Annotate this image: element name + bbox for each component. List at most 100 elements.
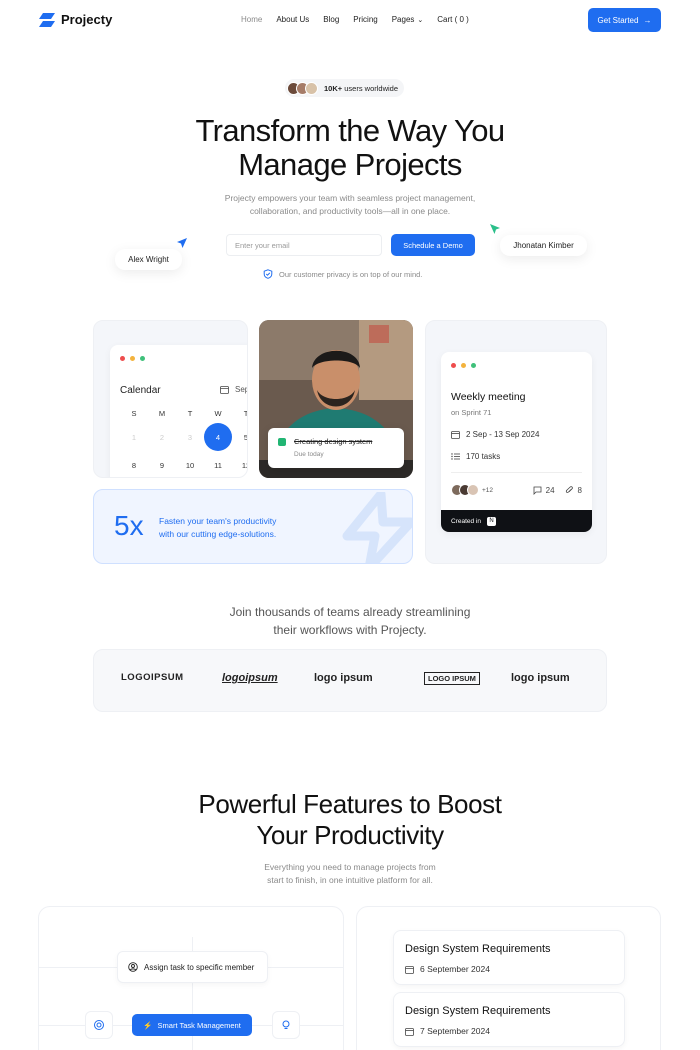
assign-task-chip[interactable]: Assign task to specific member bbox=[117, 951, 268, 983]
day-row: 8 9 10 11 12 bbox=[120, 451, 247, 477]
avatar-group bbox=[287, 81, 318, 95]
calendar-day-selected[interactable]: 4 bbox=[204, 423, 232, 451]
extra-members: +12 bbox=[482, 486, 494, 494]
weekday: T bbox=[187, 409, 193, 418]
nav-link-blog[interactable]: Blog bbox=[323, 15, 339, 24]
nav-link-pricing[interactable]: Pricing bbox=[353, 15, 377, 24]
hero-title: Transform the Way You Manage Projects bbox=[0, 114, 700, 182]
weekday: T bbox=[243, 409, 248, 418]
created-in-bar: Created in N bbox=[441, 510, 592, 532]
comments-stat[interactable]: 24 bbox=[533, 486, 555, 495]
task-due: Due today bbox=[294, 451, 324, 458]
partner-logo: LOGOIPSUM bbox=[121, 672, 184, 683]
features-subtitle: Everything you need to manage projects f… bbox=[230, 861, 470, 887]
calendar-day[interactable]: 2 bbox=[148, 423, 176, 451]
dot-yellow bbox=[130, 356, 135, 361]
nav-link-cart[interactable]: Cart ( 0 ) bbox=[437, 15, 469, 24]
features-subtitle-line2: start to finish, in one intuitive platfo… bbox=[267, 875, 433, 885]
weekday-row: S M T W T bbox=[120, 409, 248, 418]
side-tool-right[interactable] bbox=[272, 1011, 300, 1039]
email-field[interactable]: Enter your email bbox=[226, 234, 382, 256]
side-tool-left[interactable] bbox=[85, 1011, 113, 1039]
requirement-title: Design System Requirements bbox=[405, 1005, 551, 1017]
hero-title-line2: Manage Projects bbox=[238, 147, 462, 182]
divider bbox=[451, 472, 582, 473]
requirement-item[interactable]: Design System Requirements 6 September 2… bbox=[393, 930, 625, 985]
weekday: M bbox=[158, 409, 166, 418]
requirement-title: Design System Requirements bbox=[405, 943, 551, 955]
calendar-day[interactable]: 12 bbox=[232, 451, 247, 477]
cursor-pointer-icon bbox=[490, 224, 500, 234]
lightning-icon: ⚡ bbox=[143, 1020, 153, 1030]
meeting-stats: 24 8 bbox=[533, 486, 582, 495]
brand-logo-icon bbox=[39, 12, 55, 27]
user-circle-icon bbox=[128, 962, 138, 972]
calendar-day[interactable]: 3 bbox=[176, 423, 204, 451]
brand-name: Projecty bbox=[61, 12, 113, 27]
calendar-day[interactable]: 10 bbox=[176, 451, 204, 477]
arrow-right-icon: → bbox=[643, 15, 652, 25]
calendar-day[interactable]: 11 bbox=[204, 451, 232, 477]
weekday: S bbox=[131, 409, 137, 418]
productivity-text: Fasten your team's productivity with our… bbox=[159, 515, 276, 541]
calendar-card: Calendar Sep S M T W T 1 2 3 4 5 8 9 10 … bbox=[93, 320, 248, 478]
lightning-bolt-icon bbox=[342, 492, 412, 563]
avatar bbox=[305, 81, 318, 95]
calendar-day[interactable]: 5 bbox=[232, 423, 247, 451]
calendar-day[interactable]: 1 bbox=[120, 423, 148, 451]
calendar-day[interactable]: 8 bbox=[120, 451, 148, 477]
day-row: 1 2 3 4 5 bbox=[120, 423, 247, 451]
privacy-text: Our customer privacy is on top of our mi… bbox=[279, 269, 423, 279]
calendar-month-label: Sep bbox=[235, 385, 248, 394]
target-icon bbox=[94, 1020, 104, 1030]
window-dots bbox=[120, 356, 145, 361]
meeting-card: Weekly meeting on Sprint 71 2 Sep - 13 S… bbox=[425, 320, 607, 564]
nav-link-pages[interactable]: Pages ⌄ bbox=[392, 15, 424, 24]
attachments-stat[interactable]: 8 bbox=[565, 486, 582, 495]
avatar bbox=[467, 484, 479, 496]
dot-red bbox=[120, 356, 125, 361]
chevron-down-icon: ⌄ bbox=[417, 17, 424, 24]
requirement-date-text: 6 September 2024 bbox=[420, 964, 490, 974]
productivity-multiplier: 5x bbox=[114, 510, 144, 541]
schedule-demo-button[interactable]: Schedule a Demo bbox=[391, 234, 475, 256]
cursor-pointer-icon bbox=[177, 238, 187, 248]
requirement-item[interactable]: Design System Requirements 7 September 2… bbox=[393, 992, 625, 1047]
features-title-line1: Powerful Features to Boost bbox=[198, 789, 502, 819]
meeting-sprint: on Sprint 71 bbox=[451, 408, 492, 417]
attachments-count: 8 bbox=[577, 485, 582, 495]
nav-links: Home About Us Blog Pricing Pages ⌄ Cart (… bbox=[241, 15, 469, 24]
smart-task-button[interactable]: ⚡ Smart Task Management bbox=[132, 1014, 252, 1036]
nav-link-home[interactable]: Home bbox=[241, 15, 262, 24]
get-started-button[interactable]: Get Started → bbox=[588, 8, 661, 32]
features-subtitle-line1: Everything you need to manage projects f… bbox=[264, 862, 436, 872]
created-in-label: Created in bbox=[451, 517, 481, 525]
smart-task-label: Smart Task Management bbox=[157, 1020, 241, 1030]
features-title-line2: Your Productivity bbox=[256, 820, 444, 850]
productivity-line2: with our cutting edge-solutions. bbox=[159, 529, 277, 539]
comments-count: 24 bbox=[545, 485, 555, 495]
social-proof-line2: their workflows with Projecty. bbox=[273, 623, 427, 637]
task-popup[interactable]: Creating design system Due today bbox=[268, 428, 404, 468]
users-count: 10K+ bbox=[324, 83, 343, 93]
requirement-date: 7 September 2024 bbox=[405, 1026, 490, 1036]
nav-link-about[interactable]: About Us bbox=[276, 15, 309, 24]
partner-logo: logo ipsum bbox=[511, 672, 570, 684]
brand-logo[interactable]: Projecty bbox=[39, 12, 112, 27]
shield-check-icon bbox=[263, 269, 273, 279]
checkbox-checked-icon[interactable] bbox=[278, 438, 286, 446]
partner-logos: LOGOIPSUM logoipsum logo ipsum LOGO IPSU… bbox=[93, 649, 607, 712]
lightbulb-icon bbox=[282, 1020, 290, 1029]
privacy-note: Our customer privacy is on top of our mi… bbox=[263, 269, 422, 279]
partner-logo: logo ipsum bbox=[314, 672, 373, 684]
productivity-card: 5x Fasten your team's productivity with … bbox=[93, 489, 413, 564]
users-label: users worldwide bbox=[344, 83, 399, 93]
calendar-month[interactable]: Sep bbox=[220, 385, 248, 394]
user-tag-left: Alex Wright bbox=[115, 249, 182, 270]
feature-card-requirements: Design System Requirements 6 September 2… bbox=[356, 906, 661, 1050]
calendar-day[interactable]: 9 bbox=[148, 451, 176, 477]
hero-subtitle-line2: collaboration, and productivity tools—al… bbox=[249, 206, 451, 216]
notion-icon: N bbox=[487, 516, 496, 526]
comment-icon bbox=[533, 486, 542, 495]
hero-subtitle-line1: Projecty empowers your team with seamles… bbox=[224, 193, 476, 203]
